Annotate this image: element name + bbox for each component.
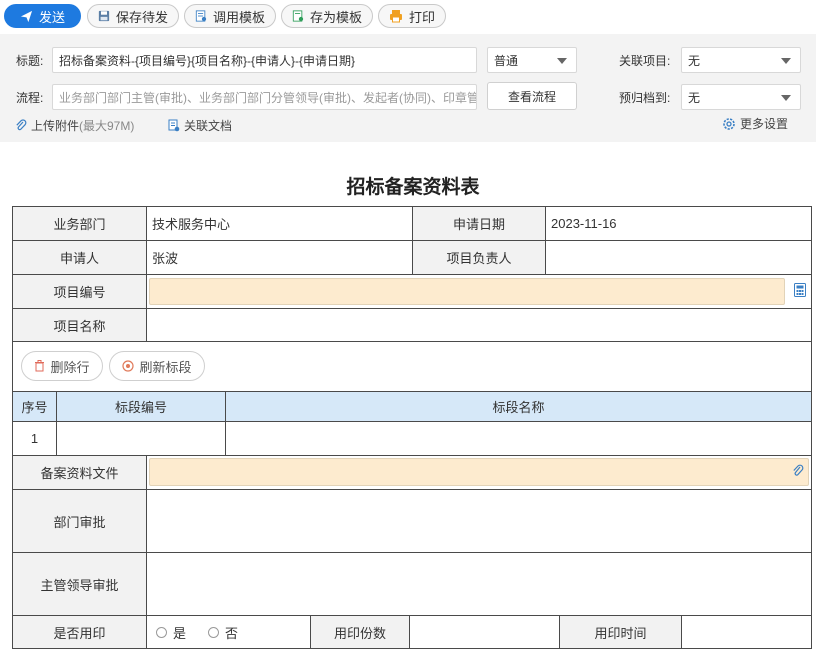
yes-label: 是	[173, 625, 187, 641]
archive-label: 预归档到:	[619, 91, 671, 105]
row-section-no[interactable]	[56, 421, 226, 456]
related-doc-label: 关联文档	[184, 119, 233, 133]
save-draft-label: 保存待发	[115, 9, 168, 25]
project-name-label: 项目名称	[12, 308, 147, 342]
save-draft-button[interactable]: 保存待发	[87, 4, 179, 28]
paperclip-icon[interactable]	[792, 464, 804, 478]
refresh-icon	[122, 360, 135, 372]
save-template-button[interactable]: 存为模板	[281, 4, 373, 28]
save-icon	[98, 10, 110, 22]
send-icon	[20, 10, 33, 22]
seal-time-input[interactable]	[681, 615, 812, 649]
file-label: 备案资料文件	[12, 455, 147, 490]
load-template-button[interactable]: 调用模板	[184, 4, 276, 28]
upload-attachment-link[interactable]: 上传附件 (最大97M)	[15, 117, 134, 134]
radio-yes[interactable]	[156, 626, 167, 638]
use-seal-options: 是 否	[146, 615, 311, 649]
archive-value: 无	[688, 90, 701, 105]
leader-approval-area[interactable]	[146, 552, 812, 616]
send-button[interactable]: 发送	[4, 4, 81, 28]
priority-select[interactable]: 普通	[487, 47, 577, 73]
archive-select[interactable]: 无	[681, 84, 801, 110]
project-no-label: 项目编号	[12, 274, 147, 309]
title-input[interactable]: 招标备案资料-{项目编号}{项目名称}-{申请人}-{申请日期}	[52, 47, 477, 73]
apply-date-label: 申请日期	[412, 206, 546, 241]
seal-time-label: 用印时间	[559, 615, 682, 649]
dept-approval-area[interactable]	[146, 489, 812, 553]
print-label: 打印	[408, 9, 435, 25]
seal-copies-input[interactable]	[409, 615, 560, 649]
dept-label: 业务部门	[12, 206, 147, 241]
col-seq: 序号	[12, 391, 57, 422]
toolbar: 发送 保存待发 调用模板 存为模板 打印	[0, 0, 816, 34]
flow-label: 流程:	[16, 91, 44, 105]
pm-label: 项目负责人	[412, 240, 546, 275]
col-section-name: 标段名称	[225, 391, 812, 422]
print-button[interactable]: 打印	[378, 4, 446, 28]
apply-date-value: 2023-11-16	[545, 206, 812, 241]
save-template-label: 存为模板	[309, 9, 362, 25]
more-settings-link[interactable]: 更多设置	[722, 115, 788, 132]
calculator-icon[interactable]	[794, 283, 806, 297]
form-title: 招标备案资料表	[346, 177, 480, 198]
project-name-value[interactable]	[146, 308, 812, 342]
send-label: 发送	[38, 9, 65, 25]
more-settings-label: 更多设置	[740, 117, 789, 131]
save-template-icon	[292, 10, 304, 22]
related-project-label: 关联项目:	[619, 54, 671, 68]
dept-value: 技术服务中心	[146, 206, 413, 241]
row-section-name[interactable]	[225, 421, 812, 456]
flow-input[interactable]: 业务部门部门主管(审批)、业务部门部门分管领导(审批)、发起者(协同)、印章管	[52, 84, 477, 110]
related-doc-link[interactable]: 关联文档	[168, 117, 232, 134]
upload-hint: (最大97M)	[79, 119, 135, 133]
document-link-icon	[168, 119, 180, 132]
refresh-section-button[interactable]: 刷新标段	[109, 351, 205, 381]
applicant-value: 张波	[146, 240, 413, 275]
applicant-label: 申请人	[12, 240, 147, 275]
use-seal-label: 是否用印	[12, 615, 147, 649]
no-label: 否	[225, 625, 239, 641]
col-section-no: 标段编号	[56, 391, 226, 422]
gear-icon	[723, 117, 735, 130]
delete-row-label: 删除行	[50, 359, 90, 375]
leader-approval-label: 主管领导审批	[12, 552, 147, 616]
use-seal-no[interactable]: 否	[208, 623, 238, 642]
upload-label: 上传附件	[31, 119, 80, 133]
refresh-section-label: 刷新标段	[139, 359, 192, 375]
related-project-value: 无	[688, 53, 701, 68]
header-panel: 标题: 招标备案资料-{项目编号}{项目名称}-{申请人}-{申请日期} 普通 …	[0, 34, 816, 142]
trash-icon	[35, 360, 45, 372]
row-seq: 1	[12, 421, 57, 456]
paperclip-icon	[16, 119, 27, 131]
title-label: 标题:	[16, 54, 44, 68]
template-icon	[195, 10, 207, 22]
file-input[interactable]	[149, 458, 809, 486]
load-template-label: 调用模板	[212, 9, 265, 25]
pm-value[interactable]	[545, 240, 812, 275]
project-no-input[interactable]	[149, 278, 785, 305]
use-seal-yes[interactable]: 是	[156, 623, 186, 642]
related-project-select[interactable]: 无	[681, 47, 801, 73]
printer-icon	[389, 10, 402, 23]
radio-no[interactable]	[208, 626, 220, 638]
dept-approval-label: 部门审批	[12, 489, 147, 553]
delete-row-button[interactable]: 删除行	[21, 351, 103, 381]
priority-value: 普通	[494, 53, 519, 68]
seal-copies-label: 用印份数	[310, 615, 410, 649]
view-flow-button[interactable]: 查看流程	[487, 82, 577, 110]
